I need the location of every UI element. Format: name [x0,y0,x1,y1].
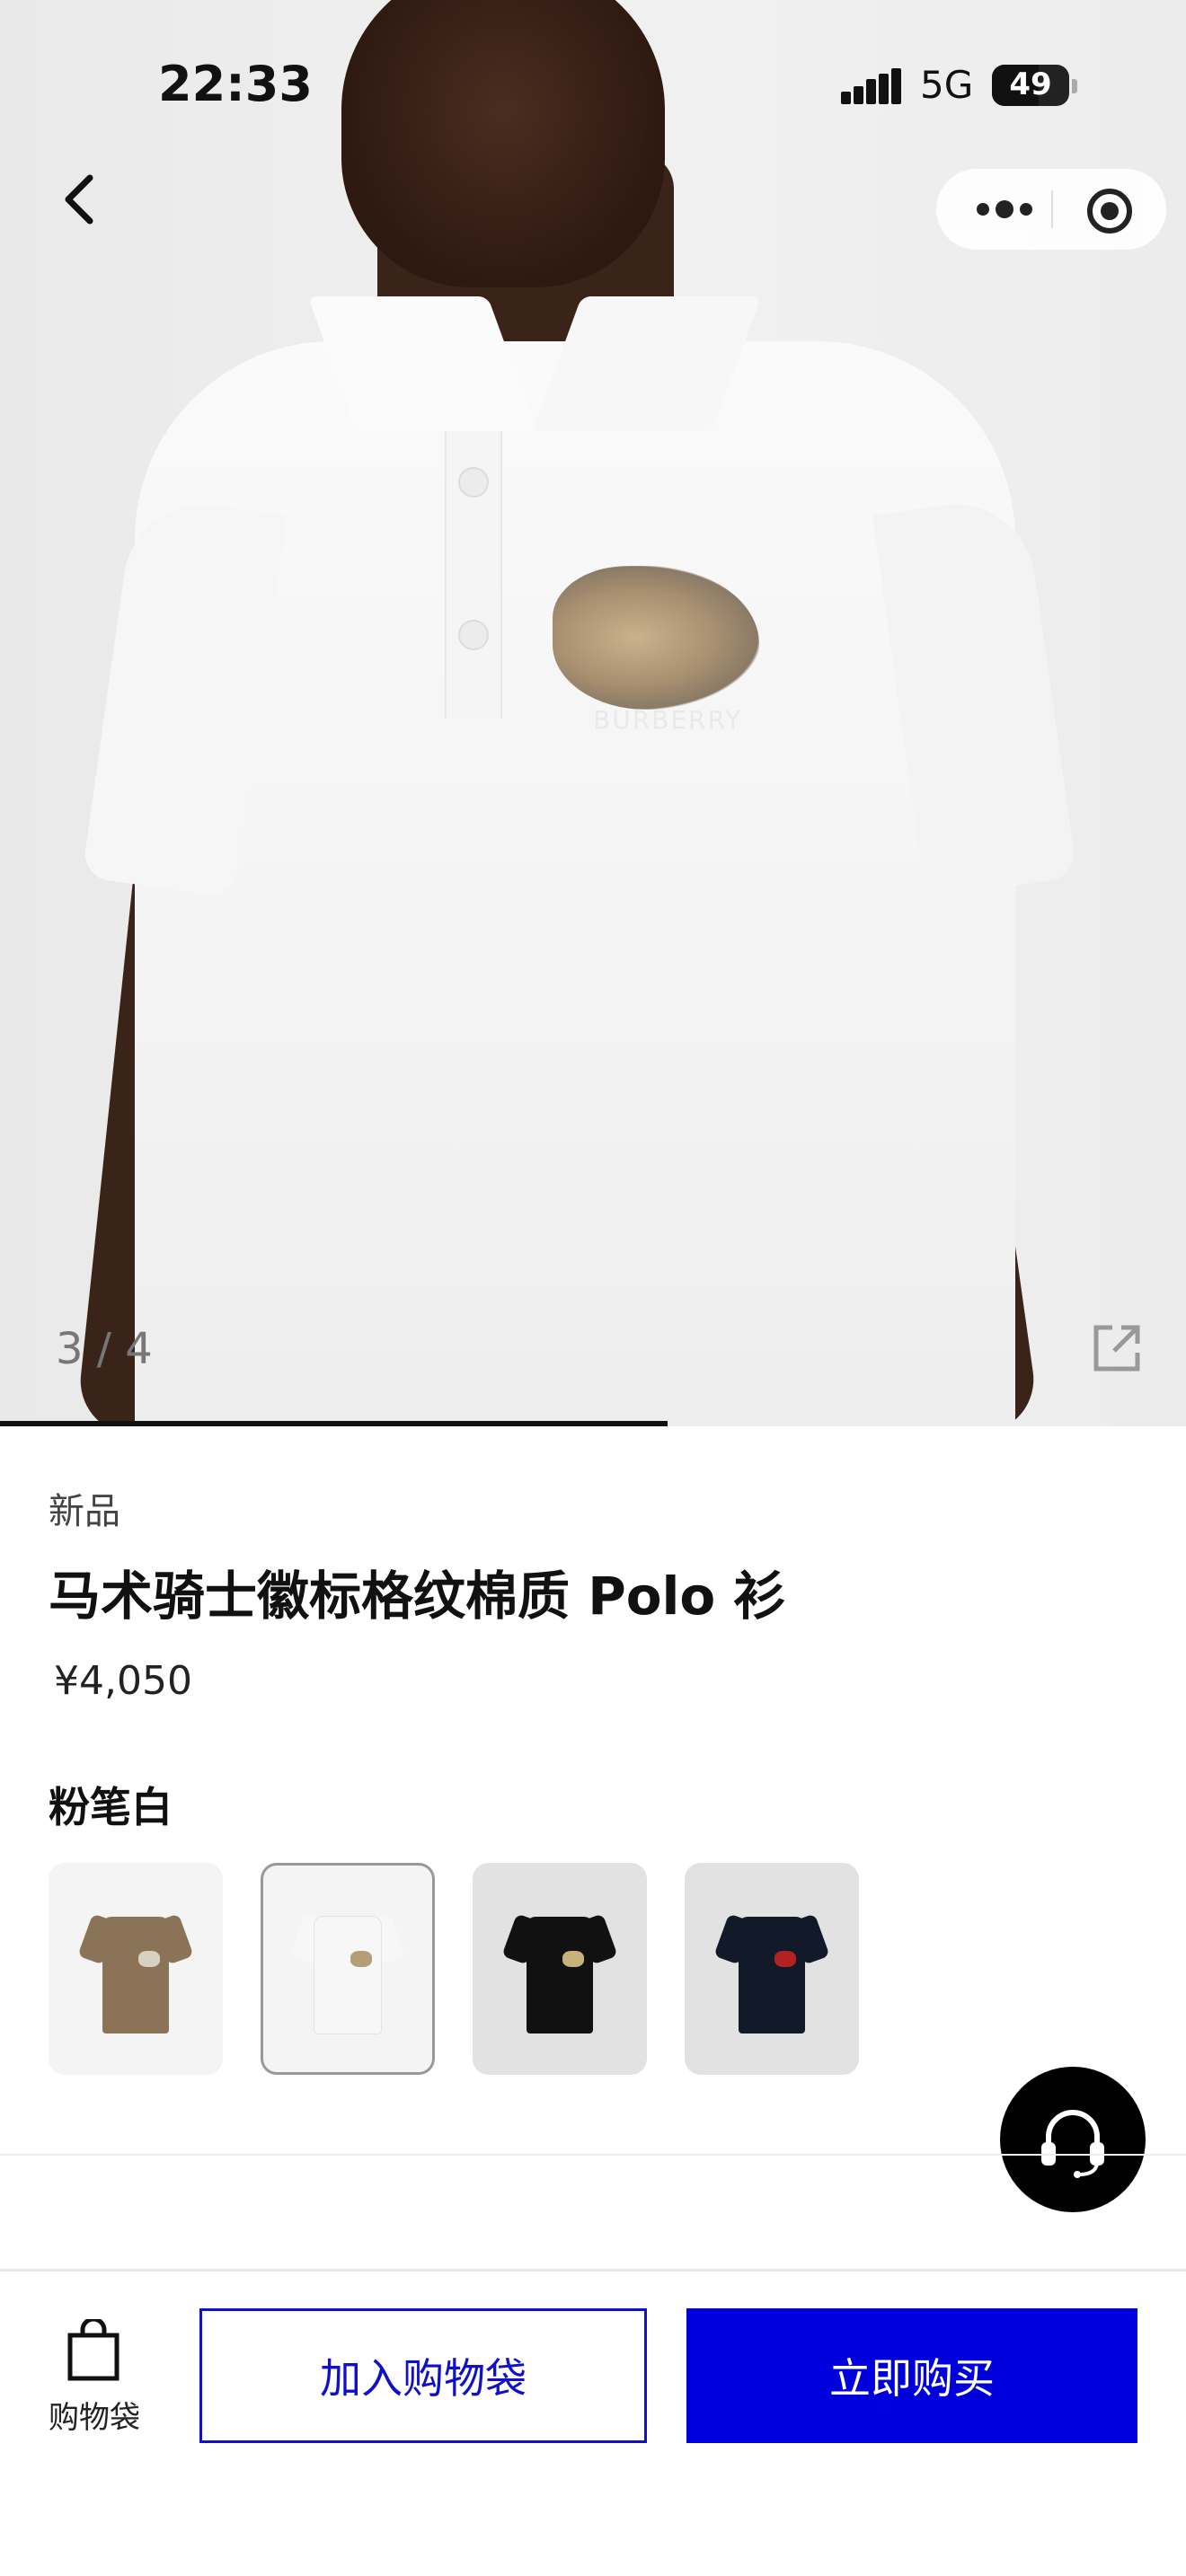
color-swatch[interactable] [49,1863,223,2075]
image-page-indicator: 3 / 4 [56,1324,153,1374]
bottom-bar-divider [0,2269,1186,2272]
shirt-button [458,467,489,498]
close-mini-program-button[interactable] [1085,187,1134,235]
polo-shirt-image [135,341,1015,1426]
color-swatch-list [49,1863,875,2075]
section-divider [0,2154,1186,2156]
share-icon [1093,1325,1140,1372]
back-button[interactable] [49,162,111,234]
headset-icon [1041,2110,1104,2178]
capsule-divider [1051,190,1053,228]
more-button[interactable] [970,189,1069,230]
mini-program-capsule [936,169,1166,250]
swatch-shirt-thumbnail [289,1899,406,2033]
product-price: ¥4,050 [54,1658,192,1704]
battery-icon: 49 [992,65,1069,106]
gallery-progress-bar [0,1421,1186,1426]
color-swatch[interactable] [473,1863,647,2075]
emblem-wordmark: BURBERRY [593,705,743,735]
battery-cap [1072,79,1077,93]
shopping-bag-button[interactable]: 购物袋 [36,2316,153,2441]
shirt-button [458,620,489,650]
more-dots-icon [977,200,1032,218]
swatch-shirt-thumbnail [713,1899,830,2033]
signal-icon [841,68,902,104]
shopping-bag-label: 购物袋 [49,2400,140,2436]
customer-service-button[interactable] [1000,2067,1146,2212]
status-bar: 22:33 5G 49 [0,0,1186,180]
swatch-shirt-thumbnail [501,1899,618,2033]
gallery-progress-fill [0,1421,668,1426]
battery-level: 49 [1009,66,1052,102]
add-to-bag-button[interactable]: 加入购物袋 [199,2308,647,2443]
target-icon [1087,189,1132,234]
product-title: 马术骑士徽标格纹棉质 Polo 衫 [49,1566,786,1627]
new-arrival-tag: 新品 [49,1491,120,1532]
buy-now-button[interactable]: 立即购买 [686,2308,1137,2443]
status-time: 22:33 [158,56,313,112]
product-image-carousel[interactable]: BURBERRY 22:33 5G 49 3 / 4 [0,0,1186,1426]
selected-color-name: 粉笔白 [49,1783,173,1831]
color-swatch[interactable] [261,1863,435,2075]
network-type: 5G [920,63,974,107]
share-button[interactable] [1091,1322,1143,1374]
back-arrow-icon [65,174,93,225]
swatch-shirt-thumbnail [77,1899,194,2033]
shopping-bag-icon [67,2319,119,2381]
color-swatch[interactable] [685,1863,859,2075]
